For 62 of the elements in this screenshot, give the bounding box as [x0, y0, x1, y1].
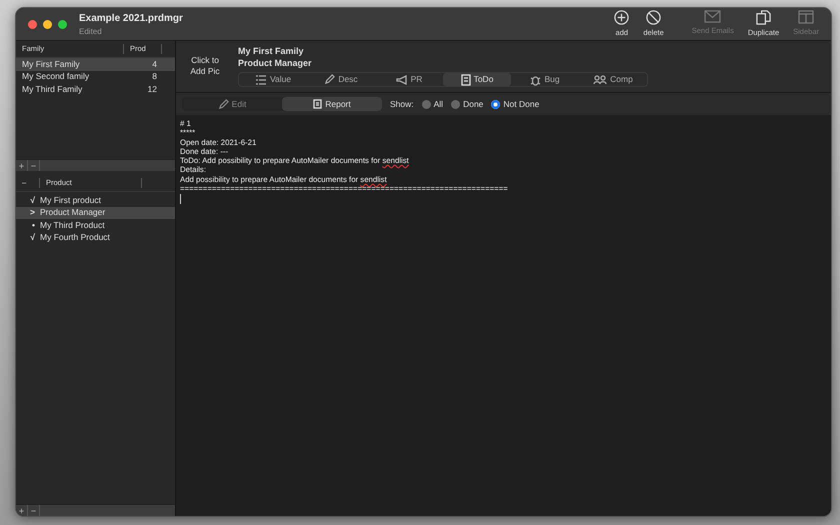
- window-title: Example 2021.prdmgr: [79, 12, 183, 26]
- family-row[interactable]: My First Family 4: [16, 58, 175, 70]
- family-name: My Third Family: [22, 82, 84, 96]
- radio-label: All: [434, 98, 444, 110]
- pencil-icon: [324, 74, 336, 85]
- product-name: My First product: [40, 194, 101, 207]
- mode-button[interactable]: Report: [282, 97, 382, 111]
- radio-label: Not Done: [503, 98, 540, 110]
- show-label: Show:: [390, 98, 414, 110]
- family-name: My Second family: [22, 70, 90, 84]
- product-name: My Third Product: [40, 218, 105, 232]
- add-icon: [614, 10, 630, 25]
- product-row[interactable]: √ My Fourth Product: [16, 232, 175, 244]
- radio-button[interactable]: [491, 100, 500, 108]
- family-name: My First Family: [22, 58, 81, 71]
- close-button[interactable]: [28, 20, 37, 28]
- sidebar-icon: [798, 10, 814, 24]
- add-picture-button[interactable]: Click to Add Pic: [186, 55, 224, 92]
- pencil-icon: [218, 98, 229, 110]
- documents-icon: [756, 10, 771, 25]
- status-mark: •: [31, 218, 36, 232]
- family-row[interactable]: My Second family 8: [16, 70, 175, 83]
- status-mark: √: [29, 231, 36, 244]
- mode-button[interactable]: Edit: [182, 97, 282, 111]
- family-title: My First Family: [238, 45, 305, 57]
- product-title: Product Manager: [238, 57, 313, 69]
- bug-icon: [530, 74, 542, 86]
- remove-button[interactable]: −: [28, 505, 40, 516]
- envelope-icon: [704, 10, 722, 23]
- document-icon: [313, 99, 322, 109]
- family-row[interactable]: My Third Family 12: [16, 83, 175, 96]
- remove-button[interactable]: −: [28, 160, 40, 171]
- tab[interactable]: Bug: [511, 73, 579, 86]
- minimize-button[interactable]: [43, 20, 52, 28]
- radio-button[interactable]: [422, 100, 431, 108]
- tab[interactable]: Value: [239, 73, 307, 86]
- tab[interactable]: ToDo: [443, 73, 511, 86]
- add-button[interactable]: +: [16, 505, 28, 516]
- product-row[interactable]: • My Third Product: [16, 219, 175, 232]
- status-mark: √: [29, 194, 36, 207]
- status-mark: >: [29, 206, 36, 220]
- product-name: Product Manager: [40, 206, 106, 220]
- list-icon: [254, 74, 267, 84]
- prohibited-icon: [646, 10, 662, 25]
- product-count: 4: [152, 58, 157, 71]
- product-count: 12: [148, 82, 157, 96]
- tab[interactable]: Desc: [307, 73, 375, 86]
- zoom-button[interactable]: [58, 20, 67, 28]
- tab[interactable]: PR: [375, 73, 443, 86]
- tab[interactable]: Comp: [579, 73, 647, 86]
- people-icon: [593, 74, 608, 84]
- note-icon: [460, 74, 471, 86]
- radio-label: Done: [463, 98, 484, 110]
- radio-button[interactable]: [451, 100, 460, 108]
- product-count: 8: [152, 70, 157, 84]
- product-name: My Fourth Product: [40, 231, 110, 244]
- window-subtitle: Edited: [79, 26, 103, 38]
- add-button[interactable]: +: [16, 160, 28, 171]
- text-cursor: [180, 194, 181, 204]
- megaphone-icon: [396, 74, 408, 84]
- product-row[interactable]: √ My First product: [16, 194, 175, 206]
- product-row[interactable]: > Product Manager: [16, 206, 175, 219]
